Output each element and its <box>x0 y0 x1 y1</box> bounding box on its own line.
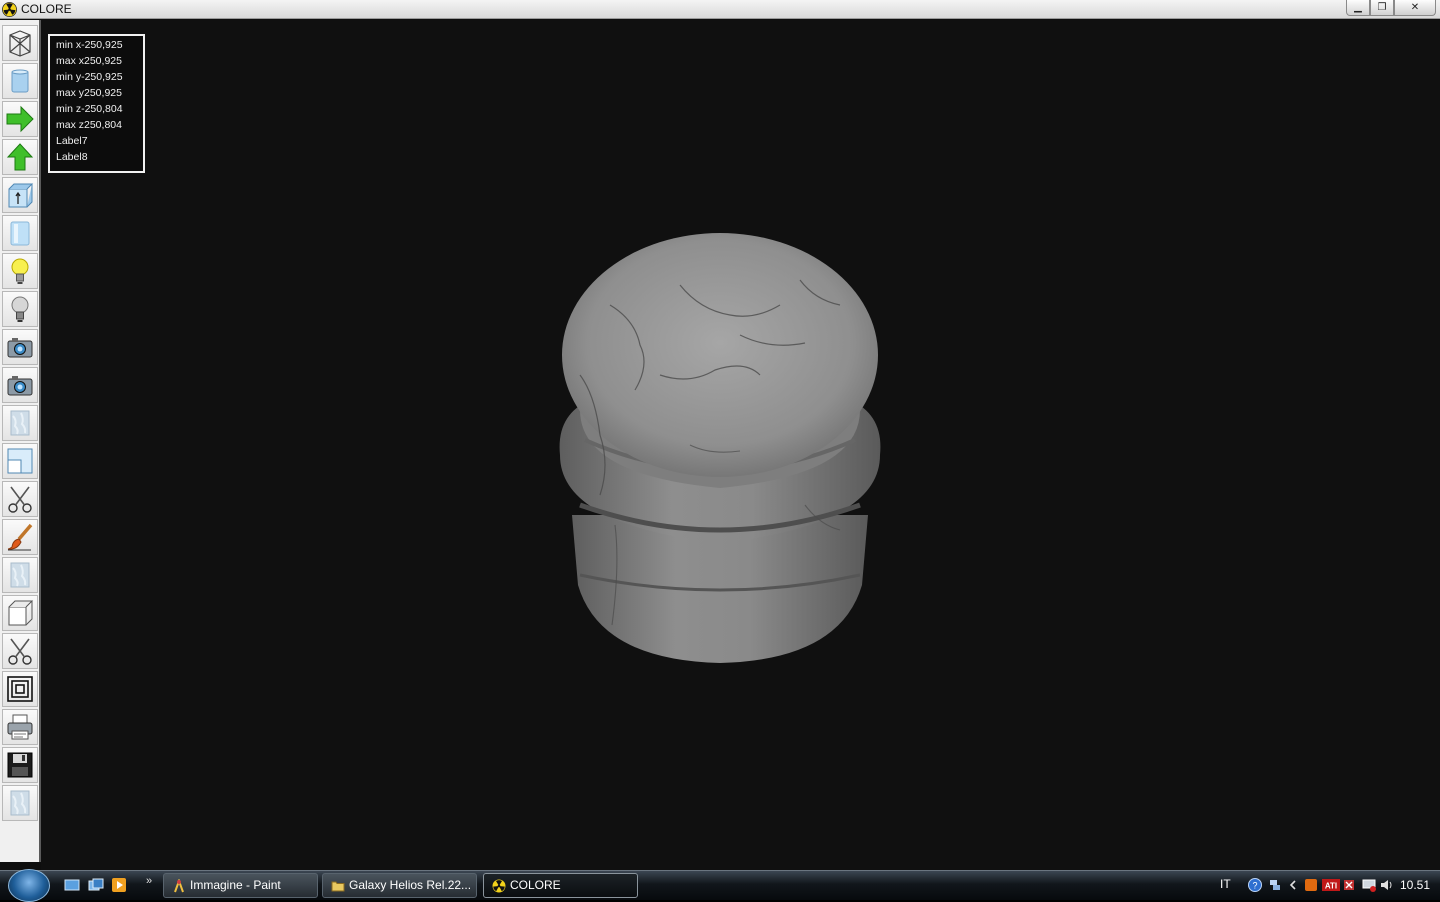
start-button[interactable] <box>8 869 50 902</box>
lightbulb-off-icon <box>11 296 29 322</box>
wireframe-tool[interactable] <box>2 25 38 61</box>
marble-model[interactable] <box>540 225 900 675</box>
rotate-right-tool[interactable] <box>2 101 38 137</box>
close-button[interactable]: ✕ <box>1394 0 1436 16</box>
volume-icon[interactable] <box>1380 878 1394 892</box>
cut-tool-1[interactable] <box>2 481 38 517</box>
min-z-label: min z-250,804 <box>56 103 123 115</box>
min-y-label: min y-250,925 <box>56 71 123 83</box>
language-indicator[interactable]: IT <box>1220 877 1231 891</box>
scissors-icon <box>8 638 32 665</box>
texture-tool-2[interactable] <box>2 557 38 593</box>
paint-icon <box>174 879 184 893</box>
chevron-left-icon[interactable] <box>1286 878 1300 892</box>
layers-tool[interactable] <box>2 671 38 707</box>
light-on-tool[interactable] <box>2 253 38 289</box>
save-tool[interactable] <box>2 747 38 783</box>
cylinder-light-icon <box>10 221 30 246</box>
lightbulb-on-icon <box>11 258 29 284</box>
taskbar: » Immagine - Paint Galaxy Helios Rel.22.… <box>0 869 1440 902</box>
texture-tool-1[interactable] <box>2 405 38 441</box>
security-icon[interactable] <box>1342 878 1356 892</box>
texture-icon <box>10 562 30 588</box>
clock[interactable]: 10.51 <box>1400 878 1430 892</box>
green-arrow-right-icon <box>6 105 34 133</box>
camera-tool-1[interactable] <box>2 329 38 365</box>
cut-tool-2[interactable] <box>2 633 38 669</box>
print-tool[interactable] <box>2 709 38 745</box>
minimize-button[interactable]: ▁ <box>1346 0 1370 16</box>
rotate-up-tool[interactable] <box>2 139 38 175</box>
camera-tool-2[interactable] <box>2 367 38 403</box>
wireframe-icon <box>9 30 31 57</box>
brush-icon <box>7 523 33 551</box>
app-window: COLORE ▁ ❐ ✕ min x-250,925 max x250,925 … <box>0 0 1440 870</box>
front-view-tool[interactable] <box>2 177 38 213</box>
label8: Label8 <box>56 151 88 163</box>
task-colore[interactable]: COLORE <box>483 873 638 898</box>
task-label: Immagine - Paint <box>190 878 281 892</box>
cube-icon <box>8 600 34 626</box>
scissors-icon <box>8 486 32 513</box>
network-icon[interactable] <box>1268 878 1282 892</box>
label7: Label7 <box>56 135 88 147</box>
min-x-label: min x-250,925 <box>56 39 123 51</box>
solid-tool[interactable] <box>2 63 38 99</box>
green-arrow-up-icon <box>6 143 34 171</box>
max-y-label: max y250,925 <box>56 87 122 99</box>
top-cap <box>562 233 878 477</box>
help-icon[interactable]: ? <box>1248 878 1262 892</box>
bounds-info-panel: min x-250,925 max x250,925 min y-250,925… <box>48 34 145 173</box>
task-paint[interactable]: Immagine - Paint <box>163 873 318 898</box>
folder-icon <box>331 881 345 892</box>
side-view-tool[interactable] <box>2 215 38 251</box>
task-galaxy-helios[interactable]: Galaxy Helios Rel.22... <box>322 873 477 898</box>
radiation-icon <box>2 2 17 17</box>
window-controls: ▁ ❐ ✕ <box>1346 0 1436 16</box>
printer-icon <box>7 714 33 740</box>
panel-icon <box>7 448 33 474</box>
quicklaunch-overflow[interactable]: » <box>146 875 152 887</box>
camera-icon <box>7 338 33 358</box>
texture-icon <box>10 790 30 816</box>
switch-windows-icon[interactable] <box>88 877 104 893</box>
camera-icon <box>7 376 33 396</box>
svg-text:ATI: ATI <box>1325 882 1337 891</box>
floppy-disk-icon <box>7 752 33 778</box>
show-desktop-icon[interactable] <box>64 877 80 893</box>
task-label: Galaxy Helios Rel.22... <box>349 878 472 892</box>
task-label: COLORE <box>510 878 561 892</box>
box-tool[interactable] <box>2 595 38 631</box>
light-off-tool[interactable] <box>2 291 38 327</box>
cylinder-icon <box>11 69 29 93</box>
left-toolbar <box>0 20 41 862</box>
title-bar[interactable]: COLORE ▁ ❐ ✕ <box>0 0 1440 19</box>
ati-icon[interactable]: ATI <box>1322 878 1340 892</box>
texture-icon <box>10 410 30 436</box>
max-z-label: max z250,804 <box>56 119 122 131</box>
media-player-icon[interactable] <box>111 877 127 893</box>
window-title: COLORE <box>21 2 72 16</box>
concentric-squares-icon <box>7 676 33 702</box>
svg-text:?: ? <box>1252 881 1257 891</box>
display-icon[interactable] <box>1362 878 1376 892</box>
system-tray: IT ? ATI 10.51 <box>1210 871 1440 901</box>
paint-tool[interactable] <box>2 519 38 555</box>
box-front-icon <box>8 183 34 208</box>
radiation-icon <box>492 879 506 893</box>
app-tray-icon[interactable] <box>1304 878 1318 892</box>
max-x-label: max x250,925 <box>56 55 122 67</box>
restore-button[interactable]: ❐ <box>1370 0 1394 16</box>
texture-tool-3[interactable] <box>2 785 38 821</box>
panel-tool[interactable] <box>2 443 38 479</box>
